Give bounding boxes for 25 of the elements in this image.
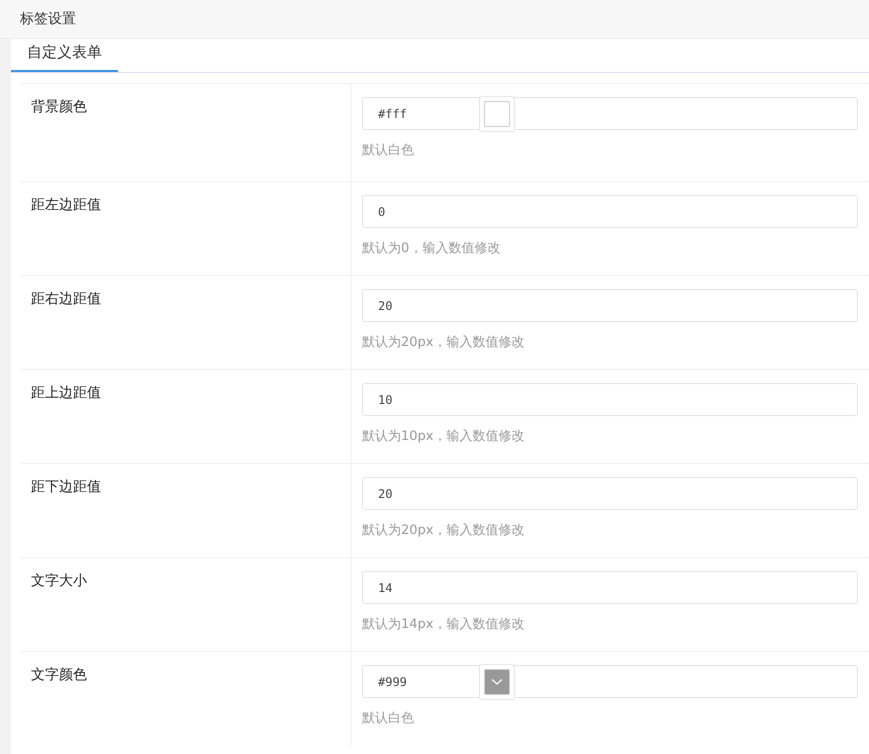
- hint-text: 默认白色: [362, 142, 415, 159]
- input-field[interactable]: 20: [362, 289, 858, 322]
- color-field[interactable]: #fff: [362, 97, 858, 130]
- color-picker[interactable]: [479, 664, 515, 700]
- hint-text: 默认为10px，输入数值修改: [362, 428, 526, 445]
- input-field[interactable]: 20: [362, 477, 858, 510]
- field-label: 距右边距值: [31, 291, 101, 307]
- input-field[interactable]: 14: [362, 571, 858, 604]
- color-picker[interactable]: [479, 96, 515, 132]
- page-title: 标签设置: [20, 10, 76, 28]
- color-field[interactable]: #999: [362, 665, 858, 698]
- field-label: 距下边距值: [31, 479, 101, 495]
- field-label: 文字大小: [31, 573, 87, 589]
- field-label: 距上边距值: [31, 385, 101, 401]
- hint-text: 默认为0，输入数值修改: [362, 240, 502, 257]
- field-label: 背景颜色: [31, 99, 87, 115]
- hint-text: 默认为20px，输入数值修改: [362, 334, 526, 351]
- hint-text: 默认白色: [362, 710, 415, 727]
- hint-text: 默认为14px，输入数值修改: [362, 616, 526, 633]
- field-label: 文字颜色: [31, 667, 87, 683]
- field-label: 距左边距值: [31, 197, 101, 213]
- input-field[interactable]: 10: [362, 383, 858, 416]
- hint-text: 默认为20px，输入数值修改: [362, 522, 526, 539]
- input-field[interactable]: 0: [362, 195, 858, 228]
- form-tab[interactable]: 自定义表单: [11, 39, 118, 72]
